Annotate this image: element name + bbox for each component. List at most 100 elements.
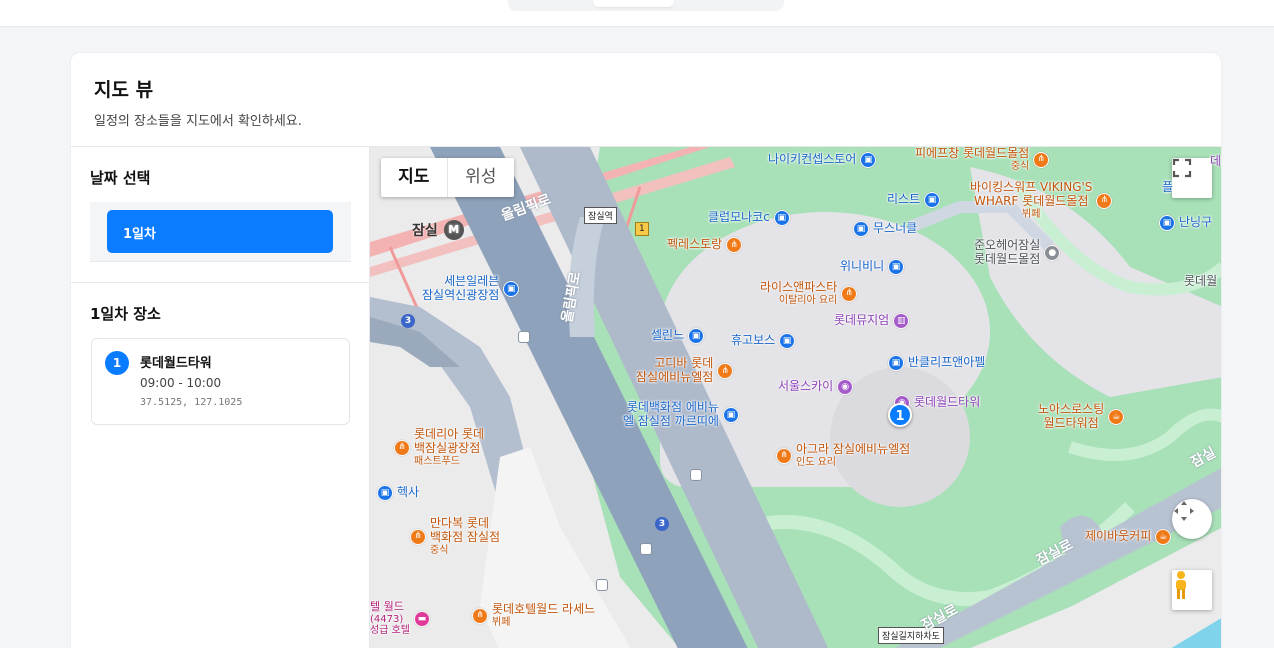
poi-label: 무스너클: [873, 221, 918, 236]
poi-shop[interactable]: 셀린느 ▣: [651, 328, 705, 344]
poi-label: 데: [1210, 154, 1222, 168]
poi-label: 롯데뮤지엄: [834, 313, 890, 328]
poi-label: 라이스앤파스타 이탈리아 요리: [760, 280, 838, 306]
poi-label: 롯데리아 롯데 백잠실광장점 패스트푸드: [414, 427, 485, 467]
shopping-bag-icon: ▣: [888, 355, 904, 371]
poi-shop[interactable]: ▣ 헥사: [377, 485, 419, 501]
fork-knife-icon: ⋔: [726, 237, 743, 253]
place-card[interactable]: 1 롯데월드타워 09:00 - 10:00 37.5125, 127.1025: [91, 338, 350, 425]
sidebar: 날짜 선택 1일차 1일차 장소 1 롯데월드타워 09:00 - 10:00 …: [71, 147, 370, 648]
map-canvas[interactable]: 지도 위성 잠실 M 잠실역 1 잠실길지하차도 올림픽로 올림픽로 잠실로 잠…: [370, 147, 1222, 648]
poi-shop[interactable]: 세븐일레븐 잠실역신광장점 ▣: [422, 274, 520, 303]
poi-label: 준오헤어잠실 롯데월드몰점: [974, 238, 1041, 266]
place-dot-icon: ●: [1044, 244, 1061, 261]
poi-label: 피에프창 롯데월드몰점 중식: [915, 147, 1030, 172]
map-type-toggle[interactable]: 지도 위성: [381, 158, 514, 197]
poi-label: 노아스로스팅 월드타워점: [1038, 402, 1105, 430]
bus-stop-icon[interactable]: [690, 469, 702, 481]
poi-salon[interactable]: 준오헤어잠실 롯데월드몰점 ●: [974, 238, 1061, 267]
move-arrows-icon: [1174, 501, 1194, 521]
poi-restaurant[interactable]: ⋔ 아그라 잠실에비뉴엘점 인도 요리: [776, 442, 910, 468]
poi-hotel[interactable]: 텔 월드 (4473) 성급 호텔 ▬: [370, 600, 430, 637]
street-view-pegman-button[interactable]: [1172, 570, 1212, 610]
coffee-cup-icon: ☕: [1155, 529, 1172, 545]
poi-shop[interactable]: 휴고보스 ▣: [731, 333, 796, 349]
poi-museum[interactable]: 롯데뮤지엄 ▥: [834, 313, 910, 329]
fork-knife-icon: ⋔: [776, 447, 792, 464]
fork-knife-icon: ⋔: [1096, 192, 1113, 209]
date-selection-heading: 날짜 선택: [90, 169, 151, 187]
poi-label: 클럽모나코c: [708, 210, 770, 225]
poi-restaurant[interactable]: 펙레스토랑 ⋔: [667, 237, 743, 253]
page-subtitle: 일정의 장소들을 지도에서 확인하세요.: [94, 114, 302, 129]
poi-shop[interactable]: 나이키컨셉스토어 ▣: [768, 152, 877, 168]
poi-label: 텔 월드 (4473) 성급 호텔: [370, 600, 410, 637]
bed-icon: ▬: [413, 610, 430, 627]
poi-label: 반클리프앤아펠: [908, 355, 986, 370]
bus-stop-icon[interactable]: [596, 579, 608, 591]
fork-knife-icon: ⋔: [410, 528, 426, 545]
poi-shop[interactable]: 위니비니 ▣: [840, 259, 905, 275]
poi-cafe[interactable]: 제이바웃커피 ☕: [1085, 529, 1172, 545]
poi-restaurant[interactable]: 고디바 롯데 잠실에비뉴엘점 ⋔: [636, 356, 734, 385]
pegman-icon: [1176, 571, 1186, 599]
poi-restaurant[interactable]: 라이스앤파스타 이탈리아 요리 ⋔: [760, 280, 858, 306]
poi-label: 플: [1162, 180, 1174, 194]
poi-label: 제이바웃커피: [1085, 529, 1152, 544]
segmented-control-active-tab[interactable]: [593, 0, 674, 7]
poi-label: 리스트: [887, 192, 921, 207]
bus-stop-icon[interactable]: [518, 331, 530, 343]
sidebar-divider: [71, 282, 370, 283]
map-view-card: 지도 뷰 일정의 장소들을 지도에서 확인하세요. 날짜 선택 1일차 1일차 …: [70, 52, 1222, 648]
poi-shop[interactable]: 롯데백화점 에비뉴 엘 잠실점 까르띠에 ▣: [623, 400, 739, 429]
shopping-bag-icon: ▣: [853, 221, 869, 237]
poi-label: 나이키컨셉스토어: [768, 152, 857, 167]
subway-line-badge: 3: [401, 314, 415, 328]
shopping-bag-icon: ▣: [722, 406, 739, 423]
poi-label: 롯데백화점 에비뉴 엘 잠실점 까르띠에: [623, 400, 719, 428]
card-header: 지도 뷰 일정의 장소들을 지도에서 확인하세요.: [71, 53, 1221, 147]
bus-stop-icon[interactable]: [640, 543, 652, 555]
poi-attraction[interactable]: 서울스카이 ◉: [778, 379, 854, 395]
day-places-heading: 1일차 장소: [90, 305, 161, 323]
poi-shop[interactable]: 클럽모나코c ▣: [708, 210, 790, 226]
shopping-bag-icon: ▣: [1159, 215, 1175, 231]
map-type-map-button[interactable]: 지도: [381, 158, 448, 197]
poi-shop[interactable]: ▣ 난닝구: [1159, 215, 1212, 231]
poi-restaurant[interactable]: ⋔ 롯데호텔월드 라세느 뷔페: [472, 602, 596, 628]
itinerary-marker[interactable]: 1: [888, 403, 912, 427]
shopping-bag-icon: ▣: [924, 192, 941, 208]
fork-knife-icon: ⋔: [717, 362, 734, 379]
exit-number-tag: 1: [635, 222, 649, 236]
place-coordinates: 37.5125, 127.1025: [140, 397, 243, 408]
poi-cafe[interactable]: 노아스로스팅 월드타워점 ☕: [1038, 402, 1125, 431]
poi-restaurant[interactable]: 바이킹스워프 VIKING'S WHARF 롯데월드몰점 뷔페 ⋔: [970, 180, 1113, 220]
map-type-satellite-button[interactable]: 위성: [448, 158, 515, 197]
poi-label-edge: 데: [1210, 154, 1222, 169]
convenience-store-icon: ▣: [503, 280, 520, 297]
day-button-1[interactable]: 1일차: [107, 210, 333, 253]
poi-label: 고디바 롯데 잠실에비뉴엘점: [636, 356, 714, 384]
place-order-badge: 1: [105, 351, 129, 375]
poi-restaurant[interactable]: ⋔ 롯데리아 롯데 백잠실광장점 패스트푸드: [394, 427, 485, 467]
poi-shop[interactable]: ▣ 무스너클: [853, 221, 917, 237]
poi-label: 롯데호텔월드 라세느 뷔페: [492, 602, 596, 628]
poi-label: 펙레스토랑: [667, 237, 723, 252]
day-list: 1일차: [90, 202, 351, 262]
museum-icon: ▥: [893, 313, 910, 329]
poi-restaurant[interactable]: ⋔ 만다복 롯데 백화점 잠실점 중식: [410, 516, 500, 556]
camera-control-button[interactable]: [1172, 499, 1212, 539]
subway-station-label[interactable]: 잠실 M: [412, 220, 464, 240]
fullscreen-button[interactable]: [1172, 158, 1212, 198]
poi-restaurant[interactable]: 피에프창 롯데월드몰점 중식 ⋔: [915, 147, 1050, 172]
fork-knife-icon: ⋔: [472, 607, 488, 624]
poi-shop[interactable]: 리스트 ▣: [887, 192, 941, 208]
map-base-layer: [370, 147, 1221, 648]
poi-label: 위니비니: [840, 259, 885, 274]
shopping-bag-icon: ▣: [860, 152, 877, 168]
poi-shop[interactable]: ▣ 반클리프앤아펠: [888, 355, 985, 371]
poi-label: 서울스카이: [778, 379, 834, 394]
shopping-bag-icon: ▣: [688, 328, 705, 344]
place-name: 롯데월드타워: [140, 356, 212, 371]
shopping-bag-icon: ▣: [779, 333, 796, 349]
